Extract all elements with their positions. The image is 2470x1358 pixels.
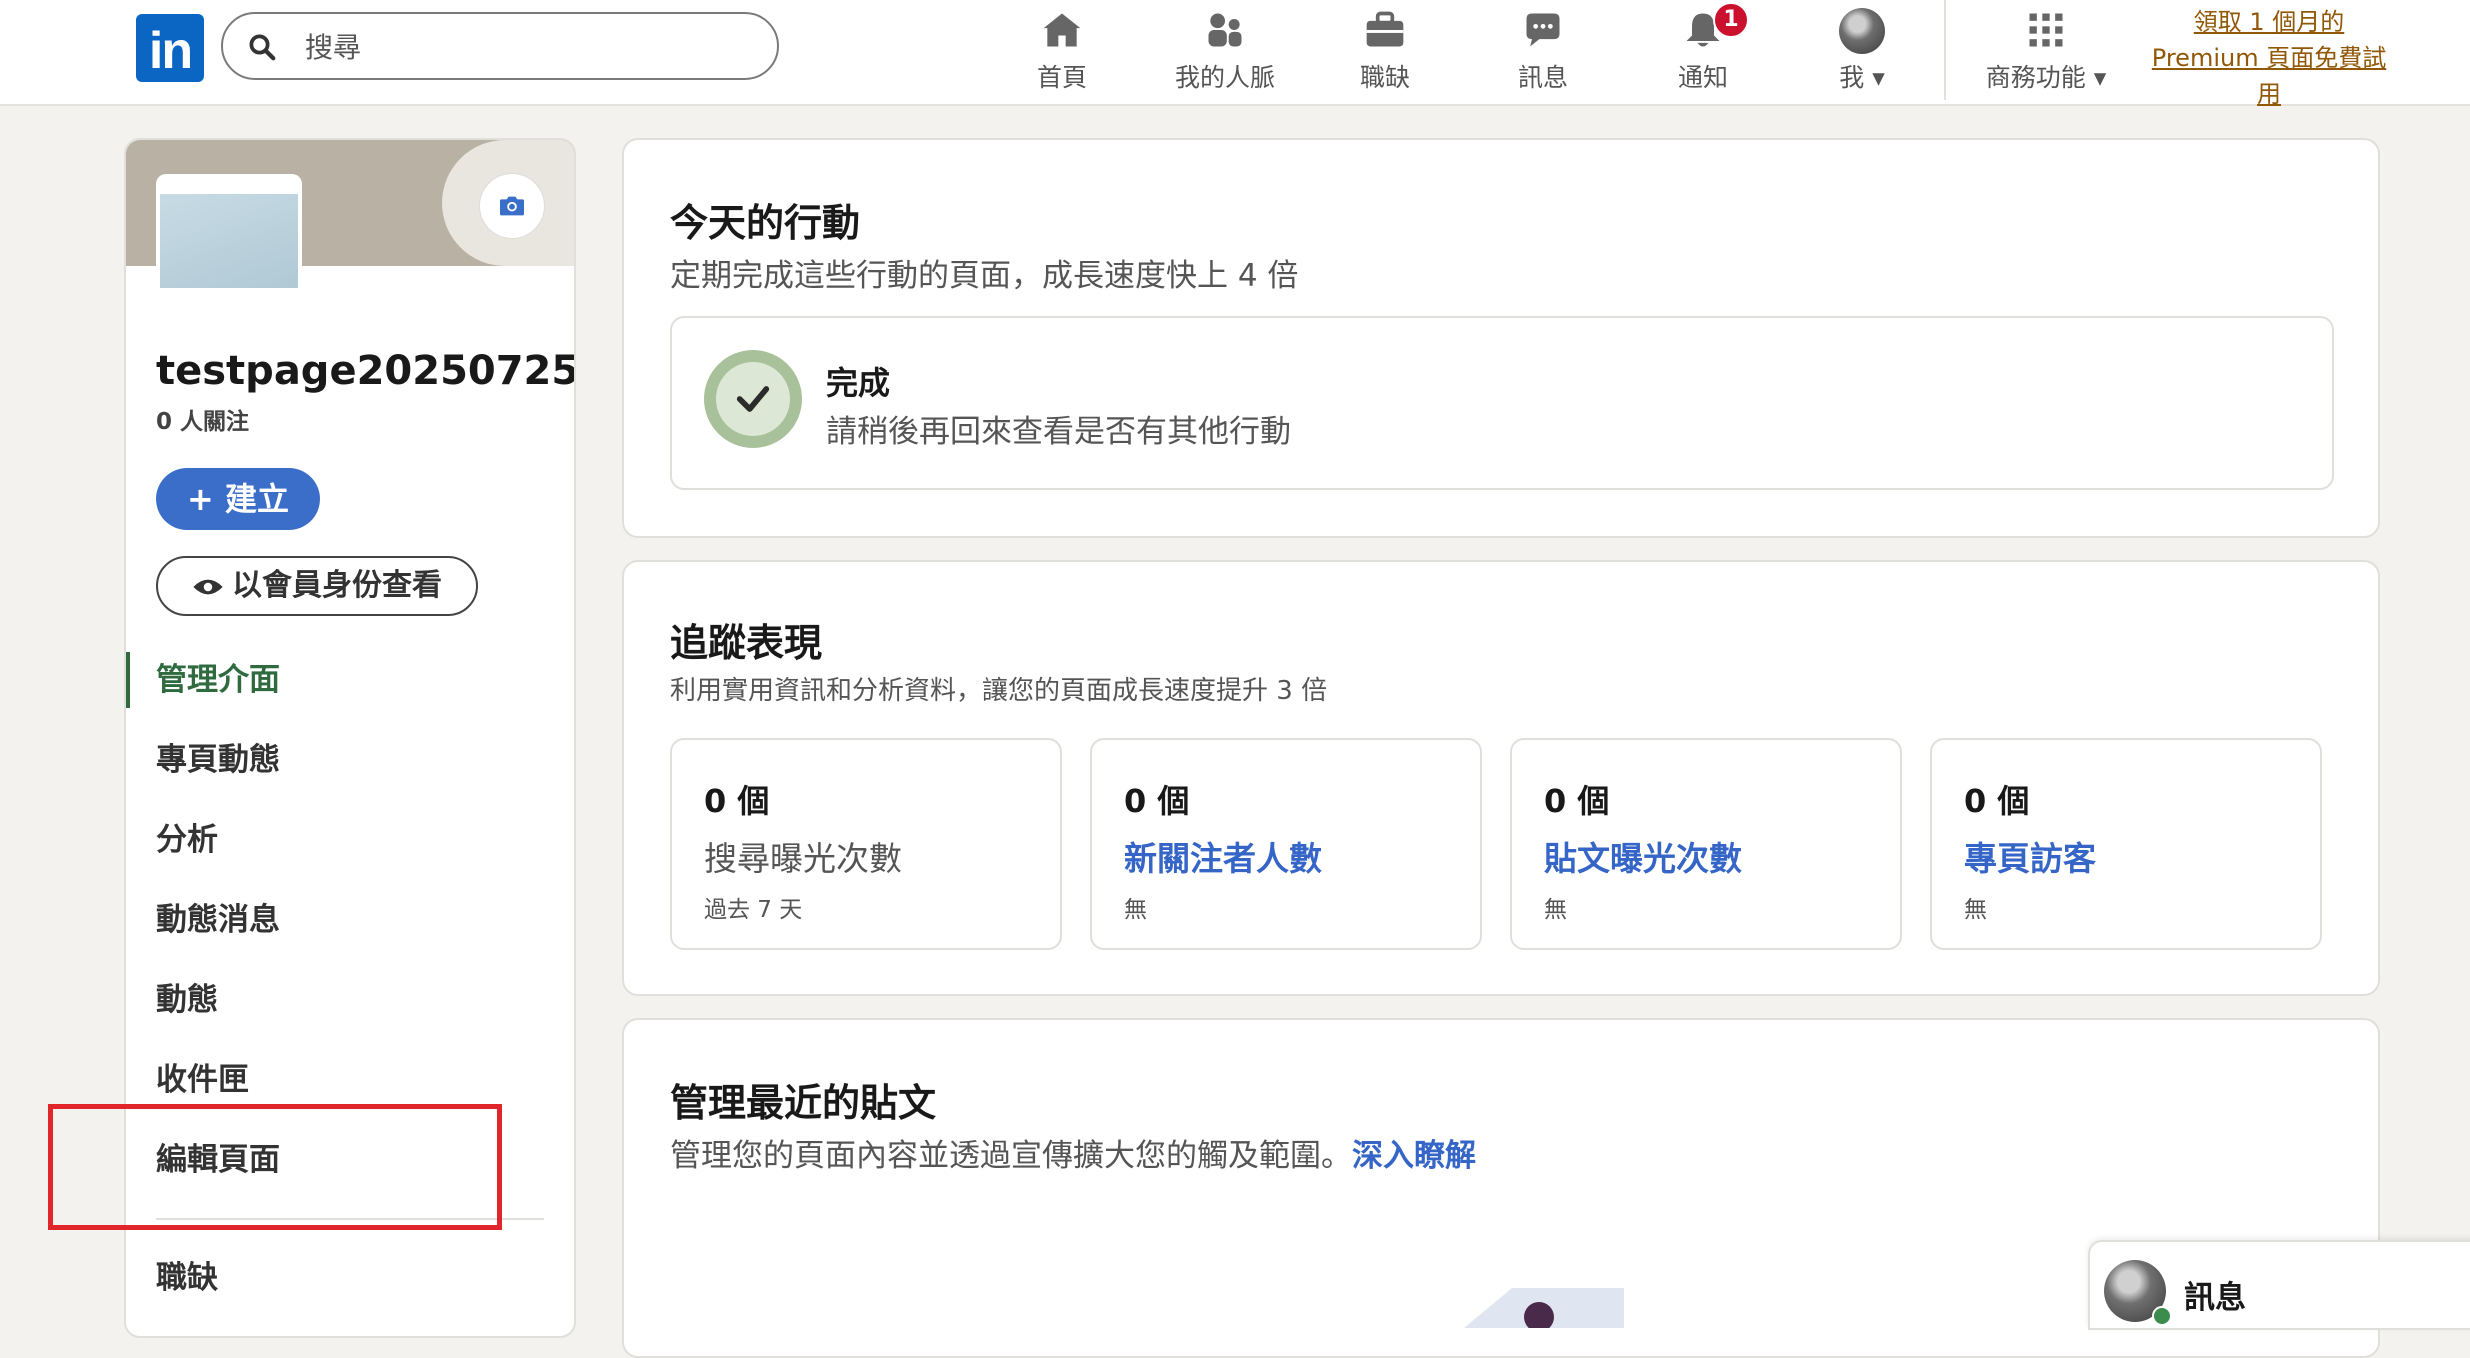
check-circle-inner [716, 362, 790, 436]
performance-subtitle: 利用實用資訊和分析資料，讓您的頁面成長速度提升 3 倍 [670, 676, 1328, 706]
search-input[interactable] [303, 24, 747, 70]
nav-me-label-row: 我 ▾ [1822, 58, 1902, 94]
sidebar-item-page-posts[interactable]: 專頁動態 [126, 720, 574, 800]
notification-badge: 1 [1713, 2, 1749, 38]
page-name: testpage20250725 [156, 348, 576, 394]
stat-value: 0 個 [1544, 782, 1610, 820]
sidebar-item-jobs[interactable]: 職缺 [126, 1238, 574, 1318]
nav-me[interactable]: 我 ▾ [1822, 8, 1902, 98]
stat-note: 無 [1124, 897, 1147, 923]
stat-new-followers[interactable]: 0 個 新關注者人數 無 [1090, 738, 1482, 950]
check-circle-icon [704, 350, 802, 448]
recent-posts-title: 管理最近的貼文 [670, 1081, 937, 1125]
nav-notifications-label: 通知 [1677, 63, 1728, 92]
home-icon [1043, 13, 1081, 47]
stat-note: 無 [1964, 897, 1987, 923]
stat-value: 0 個 [1124, 782, 1190, 820]
nav-messaging-label: 訊息 [1517, 63, 1568, 92]
messaging-dock-label: 訊息 [2184, 1280, 2246, 1316]
nav-messaging[interactable]: 訊息 [1498, 8, 1588, 98]
nav-for-business[interactable]: 商務功能 ▾ [1976, 8, 2116, 98]
page-logo-image [160, 194, 298, 288]
create-button-label: 建立 [224, 480, 289, 518]
grid-icon [2029, 13, 2063, 47]
linkedin-logo[interactable]: in [136, 14, 204, 82]
top-navigation: in 首頁 我的人脈 職缺 訊息 [0, 0, 2470, 108]
messaging-icon [1526, 13, 1560, 47]
jobs-icon [1366, 11, 1404, 47]
nav-for-business-label-row: 商務功能 ▾ [1976, 58, 2116, 94]
completed-actions-box: 完成 請稍後再回來查看是否有其他行動 [670, 316, 2334, 490]
follower-count: 0 人關注 [156, 409, 250, 435]
nav-my-network[interactable]: 我的人脈 [1160, 8, 1290, 98]
view-as-member-label: 以會員身份查看 [232, 568, 442, 603]
stat-note: 過去 7 天 [704, 897, 803, 923]
sidebar-item-activity[interactable]: 動態 [126, 960, 574, 1040]
messaging-dock[interactable]: 訊息 [2088, 1240, 2470, 1330]
view-as-member-button[interactable]: 以會員身份查看 [156, 556, 478, 616]
stat-label: 搜尋曝光次數 [704, 839, 902, 878]
nav-notifications[interactable]: 1 通知 [1658, 2, 1749, 98]
completed-subtitle: 請稍後再回來查看是否有其他行動 [826, 414, 1291, 450]
nav-home[interactable]: 首頁 [1022, 8, 1102, 98]
sidebar-item-analytics[interactable]: 分析 [126, 800, 574, 880]
stat-label-link[interactable]: 專頁訪客 [1964, 832, 2096, 880]
nav-me-label: 我 [1839, 63, 1865, 92]
plus-icon: + [187, 480, 214, 518]
stat-search-appearances[interactable]: 0 個 搜尋曝光次數 過去 7 天 [670, 738, 1062, 950]
recent-posts-subtitle: 管理您的頁面內容並透過宣傳擴大您的觸及範圍。 [670, 1138, 1352, 1174]
premium-trial-link[interactable]: 領取 1 個月的 Premium 頁面免費試用 [2144, 4, 2394, 112]
chevron-down-icon: ▾ [2093, 63, 2107, 92]
stat-value: 0 個 [704, 782, 770, 820]
illustration-dot [1524, 1302, 1554, 1328]
stat-label-link[interactable]: 新關注者人數 [1124, 832, 1322, 880]
nav-home-label: 首頁 [1036, 63, 1087, 92]
camera-icon [500, 196, 524, 216]
stat-note: 無 [1544, 897, 1567, 923]
stat-label-link[interactable]: 貼文曝光次數 [1544, 832, 1742, 880]
stat-post-impressions[interactable]: 0 個 貼文曝光次數 無 [1510, 738, 1902, 950]
posts-illustration [1464, 1288, 1624, 1328]
recent-posts-subtitle-row: 管理您的頁面內容並透過宣傳擴大您的觸及範圍。深入瞭解 [670, 1130, 1476, 1175]
learn-more-link[interactable]: 深入瞭解 [1352, 1138, 1476, 1174]
checkmark-icon [736, 386, 770, 412]
page-logo[interactable] [156, 174, 302, 290]
sidebar-item-dashboard[interactable]: 管理介面 [126, 640, 574, 720]
network-icon [1208, 13, 1242, 47]
today-actions-subtitle: 定期完成這些行動的頁面，成長速度快上 4 倍 [670, 258, 1299, 294]
today-actions-title: 今天的行動 [670, 201, 861, 245]
stat-page-visitors[interactable]: 0 個 專頁訪客 無 [1930, 738, 2322, 950]
nav-divider [1944, 0, 1946, 100]
nav-my-network-label: 我的人脈 [1174, 63, 1275, 92]
edit-cover-button[interactable] [480, 174, 544, 238]
avatar [1839, 8, 1885, 54]
chevron-down-icon: ▾ [1872, 63, 1885, 92]
today-actions-card: 今天的行動 定期完成這些行動的頁面，成長速度快上 4 倍 完成 請稍後再回來查看… [622, 138, 2380, 538]
search-icon [249, 34, 276, 61]
nav-for-business-label: 商務功能 [1985, 63, 2086, 92]
create-button[interactable]: + 建立 [156, 468, 320, 530]
eye-icon [193, 579, 223, 594]
stat-value: 0 個 [1964, 782, 2030, 820]
performance-title: 追蹤表現 [670, 621, 823, 665]
online-status-icon [2152, 1306, 2172, 1326]
completed-title: 完成 [826, 364, 891, 402]
highlight-annotation [48, 1104, 502, 1230]
nav-jobs[interactable]: 職缺 [1340, 8, 1430, 98]
performance-card: 追蹤表現 利用實用資訊和分析資料，讓您的頁面成長速度提升 3 倍 0 個 搜尋曝… [622, 560, 2380, 996]
sidebar-item-feed[interactable]: 動態消息 [126, 880, 574, 960]
search-box[interactable] [221, 12, 779, 80]
nav-jobs-label: 職缺 [1359, 63, 1410, 92]
